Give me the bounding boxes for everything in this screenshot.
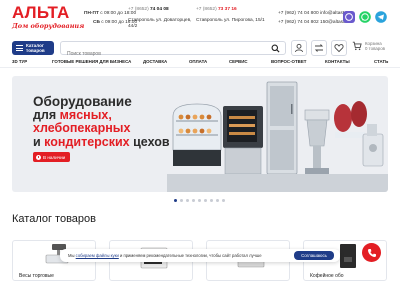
cart-button[interactable]: Корзина 0 товаров	[352, 41, 385, 51]
slider-dot[interactable]	[174, 199, 177, 202]
cookie-text-suffix: и применяем рекомендательные технологии,…	[118, 253, 262, 258]
slider-dot[interactable]	[210, 199, 213, 202]
check-icon	[36, 154, 41, 160]
nav-item-3d-tour[interactable]: 3D ТУР	[12, 59, 27, 64]
category-card-title: Кофейное обо	[310, 273, 344, 279]
in-stock-label: В наличии	[43, 154, 66, 160]
hero-banner[interactable]: Оборудование для мясных, хлебопекарных и…	[12, 76, 388, 192]
viber-icon[interactable]	[343, 11, 355, 23]
in-stock-badge: В наличии	[33, 152, 71, 162]
equipment-illustration	[167, 81, 388, 192]
cart-icon	[352, 41, 362, 51]
banner-line-1: Оборудование	[33, 94, 132, 109]
slider-dot[interactable]	[192, 199, 195, 202]
cookie-banner: Мы собираем файлы куки и применяем реком…	[60, 249, 340, 262]
nav-item-delivery[interactable]: ДОСТАВКА	[143, 59, 167, 64]
catalog-button[interactable]: Каталог товаров	[12, 41, 54, 55]
phone-block-2: +7 (8652) 73 37 16 Ставрополь ул. Пирого…	[196, 6, 265, 25]
main-nav: 3D ТУР ГОТОВЫЕ РЕШЕНИЯ ДЛЯ БИЗНЕСА ДОСТА…	[0, 58, 400, 68]
compare-icon	[314, 44, 324, 52]
phone-2-link[interactable]: +7 (8652) 73 37 16	[196, 6, 265, 15]
phone-2-number: 73 37 16	[218, 7, 237, 12]
heart-icon	[334, 44, 344, 53]
site-logo[interactable]: АЛЬТА Дом оборудования	[12, 3, 85, 31]
nav-item-payment[interactable]: ОПЛАТА	[189, 59, 207, 64]
mobile-2[interactable]: +7 (962) 74 04 802	[278, 20, 319, 25]
banner-line-4-prefix: и	[33, 134, 45, 149]
nav-item-contacts[interactable]: КОНТАКТЫ	[325, 59, 350, 64]
phone-1-link[interactable]: +7 (8652) 74 04 08	[128, 6, 191, 15]
address-2: Ставрополь ул. Пирогова, 15/1	[196, 17, 265, 23]
logo-name: АЛЬТА	[12, 3, 70, 22]
slider-pagination	[174, 199, 225, 202]
nav-item-faq[interactable]: ВОПРОС-ОТВЕТ	[271, 59, 306, 64]
catalog-title: Каталог товаров	[12, 213, 96, 225]
search-icon[interactable]	[271, 44, 280, 53]
slider-dot[interactable]	[198, 199, 201, 202]
nav-item-business[interactable]: ГОТОВЫЕ РЕШЕНИЯ ДЛЯ БИЗНЕСА	[52, 59, 131, 64]
slider-dot[interactable]	[204, 199, 207, 202]
cookie-text: Мы собираем файлы куки и применяем реком…	[68, 253, 262, 258]
slider-dot[interactable]	[180, 199, 183, 202]
user-account-button[interactable]	[291, 40, 307, 56]
cart-count: 0 товаров	[365, 46, 386, 52]
meat-display	[334, 101, 367, 138]
phone-1-number: 74 04 08	[150, 7, 169, 12]
banner-line-4-suffix: цехов	[129, 134, 170, 149]
phone-icon	[367, 248, 376, 257]
address-1-line-1: Ставрополь ул. Доваторцев,	[128, 17, 192, 23]
nav-item-service[interactable]: СЕРВИС	[229, 59, 248, 64]
menu-icon	[16, 45, 23, 51]
cookie-text-prefix: Мы	[68, 253, 76, 258]
convection-oven	[223, 106, 263, 175]
slider-dot[interactable]	[186, 199, 189, 202]
slider-dot[interactable]	[216, 199, 219, 202]
proofer-cabinet	[266, 81, 298, 175]
coffee-machine-icon	[340, 244, 356, 268]
meat-grinder	[362, 124, 384, 167]
dough-mixer	[304, 109, 330, 174]
banner-line-4-highlight: кондитерских	[44, 134, 130, 149]
callback-button[interactable]	[362, 243, 381, 262]
whatsapp-icon[interactable]	[359, 11, 371, 23]
weekdays-label: ПН-ПТ	[84, 11, 99, 16]
banner-line-2-prefix: для	[33, 107, 60, 122]
saturday-label: СБ	[93, 19, 100, 25]
user-icon	[295, 43, 303, 53]
banner-line-2-highlight: мясных,	[59, 107, 112, 122]
contacts-right: +7 (962) 74 04 800 info@altast.ru +7 (96…	[278, 10, 350, 27]
cookie-accept-button[interactable]: Соглашаюсь	[294, 251, 334, 260]
compare-button[interactable]	[311, 40, 327, 56]
phone-1-prefix: +7 (8652)	[128, 7, 149, 12]
phone-2-prefix: +7 (8652)	[196, 7, 217, 12]
logo-tagline: Дом оборудования	[12, 22, 85, 30]
catalog-button-line-2: товаров	[26, 48, 45, 53]
slider-dot[interactable]	[222, 199, 225, 202]
search-bar	[60, 41, 286, 60]
nav-item-more[interactable]: СТАТЬ	[374, 59, 388, 64]
mobile-1[interactable]: +7 (962) 74 04 800	[278, 11, 319, 16]
banner-line-3: хлебопекарных	[33, 121, 131, 135]
phone-block-1: +7 (8652) 74 04 08 Ставрополь ул. Довато…	[128, 6, 191, 32]
category-card-title: Весы торговые	[19, 273, 54, 279]
pastry-display-case	[172, 103, 222, 166]
cookie-link[interactable]: собираем файлы куки	[76, 253, 119, 258]
telegram-icon[interactable]	[375, 11, 387, 23]
banner-heading: Оборудование для мясных, хлебопекарных и…	[33, 95, 170, 149]
favorites-button[interactable]	[331, 40, 347, 56]
